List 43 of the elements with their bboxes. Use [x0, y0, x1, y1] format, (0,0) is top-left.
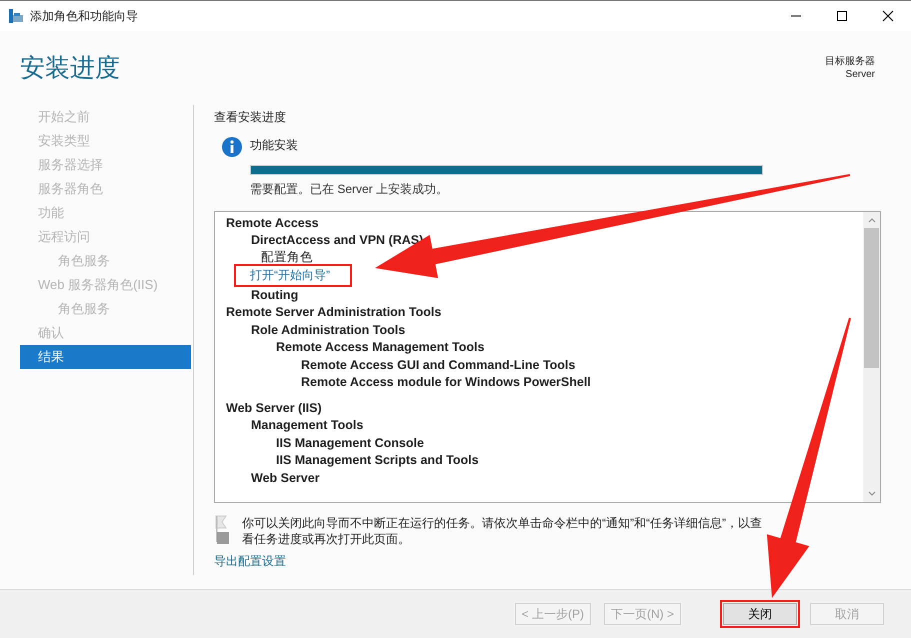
result-item: Remote Access module for Windows PowerShell — [301, 374, 591, 392]
result-item: Web Server — [251, 470, 320, 487]
result-item: Role Administration Tools — [251, 322, 406, 339]
export-settings-link[interactable]: 导出配置设置 — [214, 552, 881, 570]
result-item: Remote Access Management Tools — [276, 339, 484, 356]
wizard-app-icon — [8, 8, 24, 24]
close-icon — [882, 10, 894, 22]
wizard-step[interactable]: 远程访问 — [20, 224, 191, 249]
result-item: Web Server (IIS) — [226, 400, 322, 417]
target-server-name: Server — [846, 68, 875, 81]
result-item: Remote Server Administration Tools — [226, 304, 442, 322]
scroll-down-icon[interactable] — [868, 490, 876, 497]
result-item: Routing — [251, 286, 298, 304]
result-item: IIS Management Console — [276, 434, 424, 452]
page-title: 安装进度 — [20, 53, 120, 84]
wizard-step[interactable]: 确认 — [20, 320, 191, 345]
status-title: 功能安装 — [250, 136, 299, 154]
result-item: IIS Management Scripts and Tools — [276, 452, 479, 470]
window-title: 添加角色和功能向导 — [30, 8, 138, 24]
wizard-button[interactable]: 关闭 — [723, 603, 797, 626]
wizard-step[interactable]: 结果 — [20, 344, 191, 369]
result-item: Management Tools — [251, 417, 364, 434]
wizard-step[interactable]: Web 服务器角色(IIS) — [20, 272, 191, 297]
scroll-up-icon[interactable] — [868, 216, 876, 223]
notice-text: 你可以关闭此向导而不中断正在运行的任务。请依次单击命令栏中的“通知”和“任务详细信息”，以查看任务进度或再次打开此页面。 — [242, 514, 762, 547]
maximize-icon — [836, 10, 848, 22]
target-server-label: 目标服务器 — [825, 55, 875, 68]
start-wizard-link[interactable]: 打开“开始向导” — [250, 268, 330, 282]
scrollbar[interactable] — [863, 212, 880, 502]
status-message: 需要配置。已在 Server 上安装成功。 — [250, 180, 450, 198]
result-item: Remote Access — [226, 214, 319, 232]
wizard-step[interactable]: 服务器选择 — [20, 152, 191, 177]
wizard-step[interactable]: 角色服务 — [20, 248, 191, 273]
info-icon — [222, 136, 242, 157]
wizard-step[interactable]: 服务器角色 — [20, 176, 191, 201]
result-item: Remote Access GUI and Command-Line Tools — [301, 356, 576, 374]
result-status: 配置角色 — [261, 250, 313, 264]
wizard-step[interactable]: 开始之前 — [20, 104, 191, 129]
wizard-step[interactable]: 角色服务 — [20, 296, 191, 321]
wizard-step[interactable]: 功能 — [20, 200, 191, 225]
wizard-step[interactable]: 安装类型 — [20, 128, 191, 153]
flag-icon — [214, 514, 230, 545]
section-heading: 查看安装进度 — [214, 108, 287, 125]
